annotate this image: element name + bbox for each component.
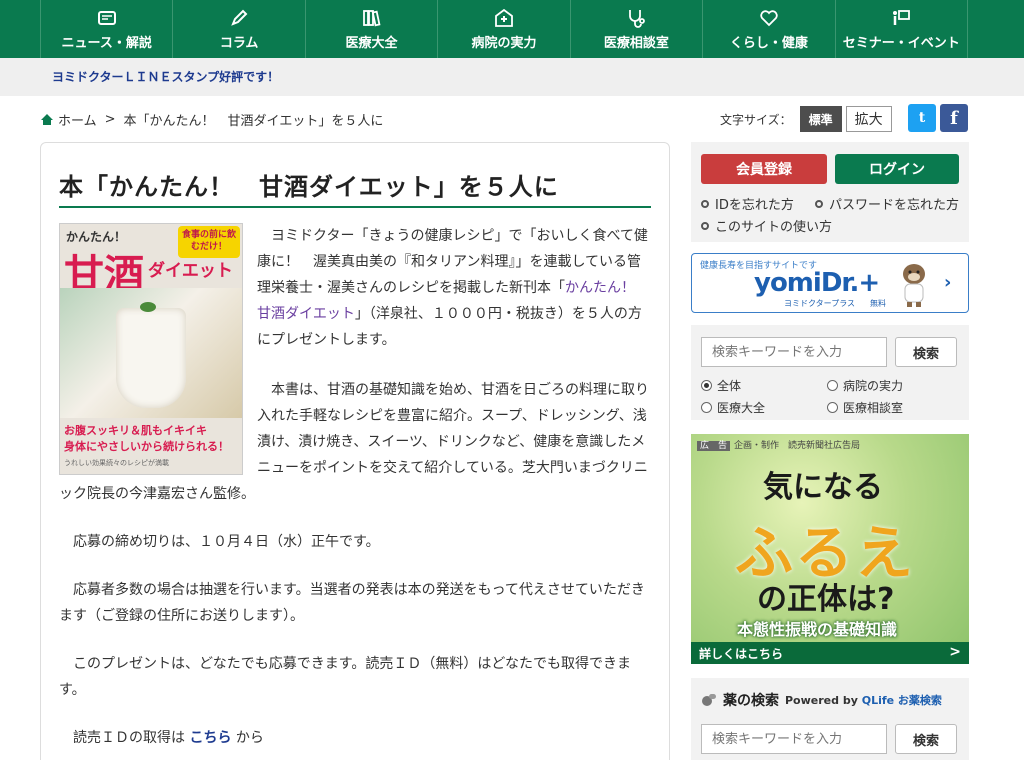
nav-item-hospital[interactable]: 病院の実力 [437, 0, 569, 58]
pill-icon [702, 694, 716, 706]
nav-item-life[interactable]: くらし・健康 [702, 0, 834, 58]
article-paragraph-6: 読売ＩＤの取得は こちら から [59, 725, 651, 751]
yomiuri-id-link[interactable]: こちら [189, 730, 231, 746]
font-size-label: 文字サイズ： [720, 112, 792, 127]
provider-link[interactable]: QLife お薬検索 [862, 694, 942, 707]
site-search-button[interactable]: 検索 [895, 337, 957, 367]
drug-search-button[interactable]: 検索 [895, 724, 957, 754]
nav-item-consult[interactable]: 医療相談室 [569, 0, 702, 58]
breadcrumb-current: 本「かんたん！ 甘酒ダイエット」を５人に [123, 113, 384, 129]
article-paragraph-5: このプレゼントは、どなたでも応募できます。読売ＩＤ（無料）はどなたでも取得できま… [59, 656, 632, 698]
radio-hospital[interactable]: 病院の実力 [827, 377, 903, 394]
presenter-icon [890, 7, 912, 29]
powered-by-label: Powered by [785, 694, 858, 707]
promo-bar: ヨミドクターＬＩＮＥスタンプ好評です！ [0, 58, 1024, 96]
bullet-icon [701, 199, 709, 208]
yomidr-logo: yomiDr.+ [754, 268, 880, 298]
yomidr-subtitle: ヨミドクタープラス [784, 299, 856, 308]
register-button[interactable]: 会員登録 [701, 154, 827, 184]
article-body: ヨミドクター「きょうの健康レシピ」で「おいしく食べて健康に！ 渥美真由美の『和タ… [59, 223, 651, 760]
facebook-icon[interactable]: f [940, 104, 968, 132]
site-guide-link[interactable]: このサイトの使い方 [701, 216, 832, 235]
drug-search-title: 薬の検索 [723, 693, 779, 709]
login-button[interactable]: ログイン [835, 154, 959, 184]
article-paragraph-4: 応募者多数の場合は抽選を行います。当選者の発表は本の発送をもって代えさせていただ… [59, 582, 645, 624]
nav-label: 医療大全 [345, 36, 398, 51]
home-icon [41, 113, 53, 125]
radio-label: 医療大全 [717, 401, 766, 415]
ad-tag: 広 告企画・制作 読売新聞社広告局 [697, 438, 860, 451]
p6-text-b: から [231, 730, 264, 746]
newspaper-icon [96, 7, 118, 29]
drug-search-credit: Powered by QLife お薬検索 [785, 692, 942, 708]
heart-icon [758, 7, 780, 29]
ad-headline-3: の正体は? [757, 582, 895, 617]
nav-label: ニュース・解説 [61, 36, 152, 51]
drug-search-input[interactable] [701, 724, 887, 754]
bullet-icon [815, 199, 823, 208]
nav-label: くらし・健康 [729, 36, 808, 51]
twitter-icon[interactable]: t [908, 104, 936, 132]
article-title: 本「かんたん！ 甘酒ダイエット」を５人に [59, 173, 559, 201]
radio-all[interactable]: 全体 [701, 377, 741, 394]
chevron-right-icon: › [944, 272, 952, 293]
bullet-icon [701, 221, 709, 230]
font-size-control: 文字サイズ： 標準 拡大 [720, 104, 892, 134]
promo-link[interactable]: ヨミドクターＬＩＮＥスタンプ好評です！ [52, 68, 279, 85]
cover-float-spacer [59, 223, 257, 479]
ad-headline-1: 気になる [763, 470, 883, 505]
forgot-password-link[interactable]: パスワードを忘れた方 [815, 194, 959, 213]
ad-cta-bar[interactable]: 詳しくはこちら > [691, 642, 969, 664]
tremor-ad-banner[interactable]: 広 告企画・制作 読売新聞社広告局 気になる ふるえ の正体は? 本態性振戦の基… [691, 434, 969, 664]
nav-item-news[interactable]: ニュース・解説 [40, 0, 172, 58]
site-search-input[interactable] [701, 337, 887, 367]
radio-label: 医療相談室 [843, 401, 904, 415]
nav-item-column[interactable]: コラム [172, 0, 304, 58]
yomidr-plus-banner[interactable]: 健康長寿を目指すサイトです yomiDr.+ ヨミドクタープラス 無料 › [691, 253, 969, 313]
font-size-large-button[interactable]: 拡大 [845, 106, 892, 132]
forgot-password-label: パスワードを忘れた方 [829, 198, 960, 213]
breadcrumb: ホーム > 本「かんたん！ 甘酒ダイエット」を５人に [40, 110, 384, 129]
nav-label: セミナー・イベント [842, 36, 960, 51]
top-nav: ニュース・解説 コラム 医療大全 病院の実力 医療相談室 くらし・健康 セミナー… [0, 0, 1024, 58]
nav-label: 医療相談室 [603, 36, 669, 51]
ad-subheadline: 本態性振戦の基礎知識 [737, 620, 898, 639]
radio-encyclopedia[interactable]: 医療大全 [701, 399, 765, 416]
radio-label: 全体 [717, 379, 742, 393]
site-guide-label: このサイトの使い方 [715, 220, 833, 235]
radio-dot [827, 380, 838, 391]
article-card: 本「かんたん！ 甘酒ダイエット」を５人に かんたん！ 食事の前に飲むだけ！ 甘酒… [40, 142, 670, 760]
nav-label: 病院の実力 [471, 36, 537, 51]
forgot-id-label: IDを忘れた方 [715, 198, 794, 213]
radio-dot [701, 402, 712, 413]
radio-dot [827, 402, 838, 413]
ad-label: 広 告 [697, 441, 731, 451]
title-divider [59, 206, 651, 208]
breadcrumb-home[interactable]: ホーム [58, 110, 97, 129]
drug-search-header: 薬の検索 Powered by QLife お薬検索 [701, 690, 942, 710]
nav-item-encyclopedia[interactable]: 医療大全 [304, 0, 437, 58]
mascot-icon [903, 264, 925, 307]
stethoscope-icon [625, 7, 647, 29]
article-paragraph-3: 応募の締め切りは、１０月４日（水）正午です。 [73, 534, 380, 550]
radio-consult[interactable]: 医療相談室 [827, 399, 903, 416]
radio-dot [701, 380, 712, 391]
forgot-id-link[interactable]: IDを忘れた方 [701, 194, 794, 213]
radio-label: 病院の実力 [843, 379, 904, 393]
ad-cta-label: 詳しくはこちら [699, 647, 784, 661]
yomidr-free-label: 無料 [870, 299, 886, 308]
site-search-box: 検索 全体 病院の実力 医療大全 医療相談室 [691, 325, 969, 420]
hospital-icon [493, 7, 515, 29]
breadcrumb-separator: > [104, 111, 116, 127]
ad-sponsor-text: 企画・制作 読売新聞社広告局 [734, 441, 861, 451]
font-size-standard-button[interactable]: 標準 [799, 106, 842, 132]
nav-item-seminar[interactable]: セミナー・イベント [834, 0, 968, 58]
pencil-icon [228, 7, 250, 29]
chevron-right-icon: > [949, 644, 961, 660]
member-box: 会員登録 ログイン IDを忘れた方 パスワードを忘れた方 このサイトの使い方 [691, 142, 969, 242]
nav-label: コラム [219, 36, 259, 51]
books-icon [361, 7, 383, 29]
drug-search-box: 薬の検索 Powered by QLife お薬検索 検索 [691, 678, 969, 760]
p6-text-a: 読売ＩＤの取得は [73, 730, 190, 746]
